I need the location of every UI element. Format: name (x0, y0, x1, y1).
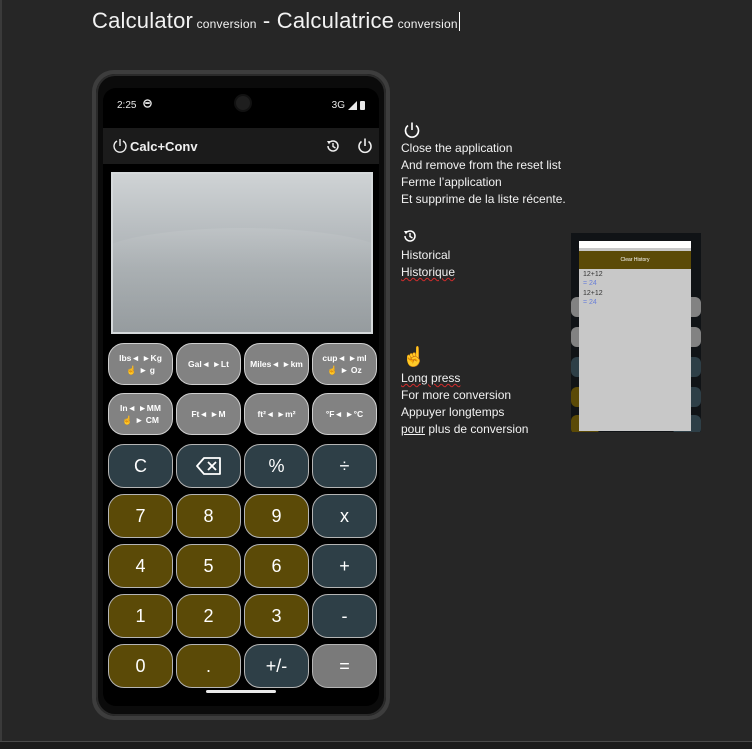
title-part2-small: conversion (394, 17, 458, 31)
conv-label: In◄ ►MM (120, 403, 161, 413)
note-line: Long press (401, 370, 528, 387)
equals-button[interactable]: = (312, 644, 377, 688)
status-notification-icon (143, 99, 152, 108)
history-icon (404, 230, 416, 242)
status-bar: 2:25 3G (103, 88, 379, 118)
conv-label: ft²◄ ►m² (257, 409, 296, 419)
conv-gal-lt-button[interactable]: Gal◄ ►Lt (176, 343, 241, 385)
digit-7-button[interactable]: 7 (108, 494, 173, 538)
note-line: pour plus de conversion (401, 421, 528, 438)
digit-8-button[interactable]: 8 (176, 494, 241, 538)
plus-button[interactable]: + (312, 544, 377, 588)
conv-f-c-button[interactable]: °F◄ ►°C (312, 393, 377, 435)
power-icon (404, 122, 420, 138)
conv-lbs-kg-button[interactable]: lbs◄ ►Kg ☝ ► g (108, 343, 173, 385)
battery-icon (360, 101, 365, 110)
digit-4-button[interactable]: 4 (108, 544, 173, 588)
digit-9-button[interactable]: 9 (244, 494, 309, 538)
title-part1: Calculator (92, 8, 194, 33)
app-title: Calc+Conv (130, 139, 198, 154)
note-rest: plus de conversion (425, 422, 529, 436)
status-time: 2:25 (117, 100, 137, 111)
conv-label: Miles◄ ►km (250, 359, 303, 369)
conv-sublabel: ☝ ► g (126, 365, 155, 375)
app-bar: Calc+Conv (103, 128, 379, 164)
digit-1-button[interactable]: 1 (108, 594, 173, 638)
note-underlined-word: pour (401, 422, 426, 436)
page-title: Calculator conversion - Calculatrice con… (92, 8, 460, 34)
conv-ft-m-button[interactable]: Ft◄ ►M (176, 393, 241, 435)
conv-label: cup◄ ►ml (322, 353, 367, 363)
conv-sublabel: ☝ ► Oz (327, 365, 362, 375)
digit-3-button[interactable]: 3 (244, 594, 309, 638)
history-line: 12+12 (583, 271, 603, 278)
digit-6-button[interactable]: 6 (244, 544, 309, 588)
minus-button[interactable]: - (312, 594, 377, 638)
frame-left-edge (0, 0, 2, 741)
digit-5-button[interactable]: 5 (176, 544, 241, 588)
status-right: 3G (332, 100, 365, 111)
note-line: Close the application (401, 141, 513, 155)
digit-0-button[interactable]: 0 (108, 644, 173, 688)
decimal-button[interactable]: . (176, 644, 241, 688)
history-panel: Clear History 12+12 = 24 12+12 = 24 (579, 241, 691, 431)
digit-2-button[interactable]: 2 (176, 594, 241, 638)
gesture-bar (206, 690, 276, 693)
note-line: Historique (401, 265, 456, 279)
calculator-display (111, 172, 373, 334)
conv-sublabel: ☝ ► CM (122, 415, 159, 425)
note-line: Historical (401, 248, 451, 262)
history-line: = 24 (583, 280, 597, 287)
title-separator: - (256, 8, 277, 33)
phone-screen: 2:25 3G Calc+Conv lbs◄ ►Kg ☝ ► g Gal◄ ►L… (103, 88, 379, 706)
phone-mockup: 2:25 3G Calc+Conv lbs◄ ►Kg ☝ ► g Gal◄ ►L… (92, 70, 390, 720)
phone-bezel: 2:25 3G Calc+Conv lbs◄ ►Kg ☝ ► g Gal◄ ►L… (96, 74, 386, 716)
clear-button[interactable]: C (108, 444, 173, 488)
note-line: Ferme l’application (401, 175, 502, 189)
close-note: Close the application And remove from th… (401, 140, 566, 208)
title-part1-small: conversion (193, 17, 257, 31)
backspace-button[interactable] (176, 444, 241, 488)
long-press-text: Long press (401, 371, 461, 385)
conv-cup-ml-button[interactable]: cup◄ ►ml ☝ ► Oz (312, 343, 377, 385)
note-line: For more conversion (401, 388, 512, 402)
divide-button[interactable]: ÷ (312, 444, 377, 488)
conv-miles-km-button[interactable]: Miles◄ ►km (244, 343, 309, 385)
history-panel-top (579, 241, 691, 248)
conv-label: lbs◄ ►Kg (119, 353, 162, 363)
note-line: Appuyer longtemps (401, 405, 505, 419)
app-logo-icon (113, 139, 127, 153)
history-note: Historical Historique (401, 247, 455, 281)
clear-history-button: Clear History (579, 251, 691, 269)
power-icon[interactable] (357, 137, 373, 155)
display-gloss (113, 228, 371, 332)
network-label: 3G (331, 100, 345, 111)
conv-label: Gal◄ ►Lt (188, 359, 229, 369)
conv-label: °F◄ ►°C (325, 409, 364, 419)
conv-ft2-m2-button[interactable]: ft²◄ ►m² (244, 393, 309, 435)
hand-point-up-icon: ☝ (402, 347, 426, 368)
sign-toggle-button[interactable]: +/- (244, 644, 309, 688)
percent-button[interactable]: % (244, 444, 309, 488)
conv-in-mm-button[interactable]: In◄ ►MM ☝ ► CM (108, 393, 173, 435)
note-line: And remove from the reset list (401, 158, 562, 172)
conv-label: Ft◄ ►M (191, 409, 226, 419)
history-line: 12+12 (583, 290, 603, 297)
note-line: Et supprime de la liste récente. (401, 192, 566, 206)
history-screenshot-thumbnail: Clear History 12+12 = 24 12+12 = 24 (571, 233, 701, 432)
text-caret (458, 12, 460, 31)
signal-icon (348, 101, 357, 110)
history-line: = 24 (583, 299, 597, 306)
backspace-icon (195, 457, 221, 475)
title-part2: Calculatrice (276, 8, 395, 33)
front-camera (236, 96, 250, 110)
multiply-button[interactable]: x (312, 494, 377, 538)
long-press-note: Long press For more conversion Appuyer l… (401, 370, 528, 438)
history-icon[interactable] (325, 138, 341, 154)
